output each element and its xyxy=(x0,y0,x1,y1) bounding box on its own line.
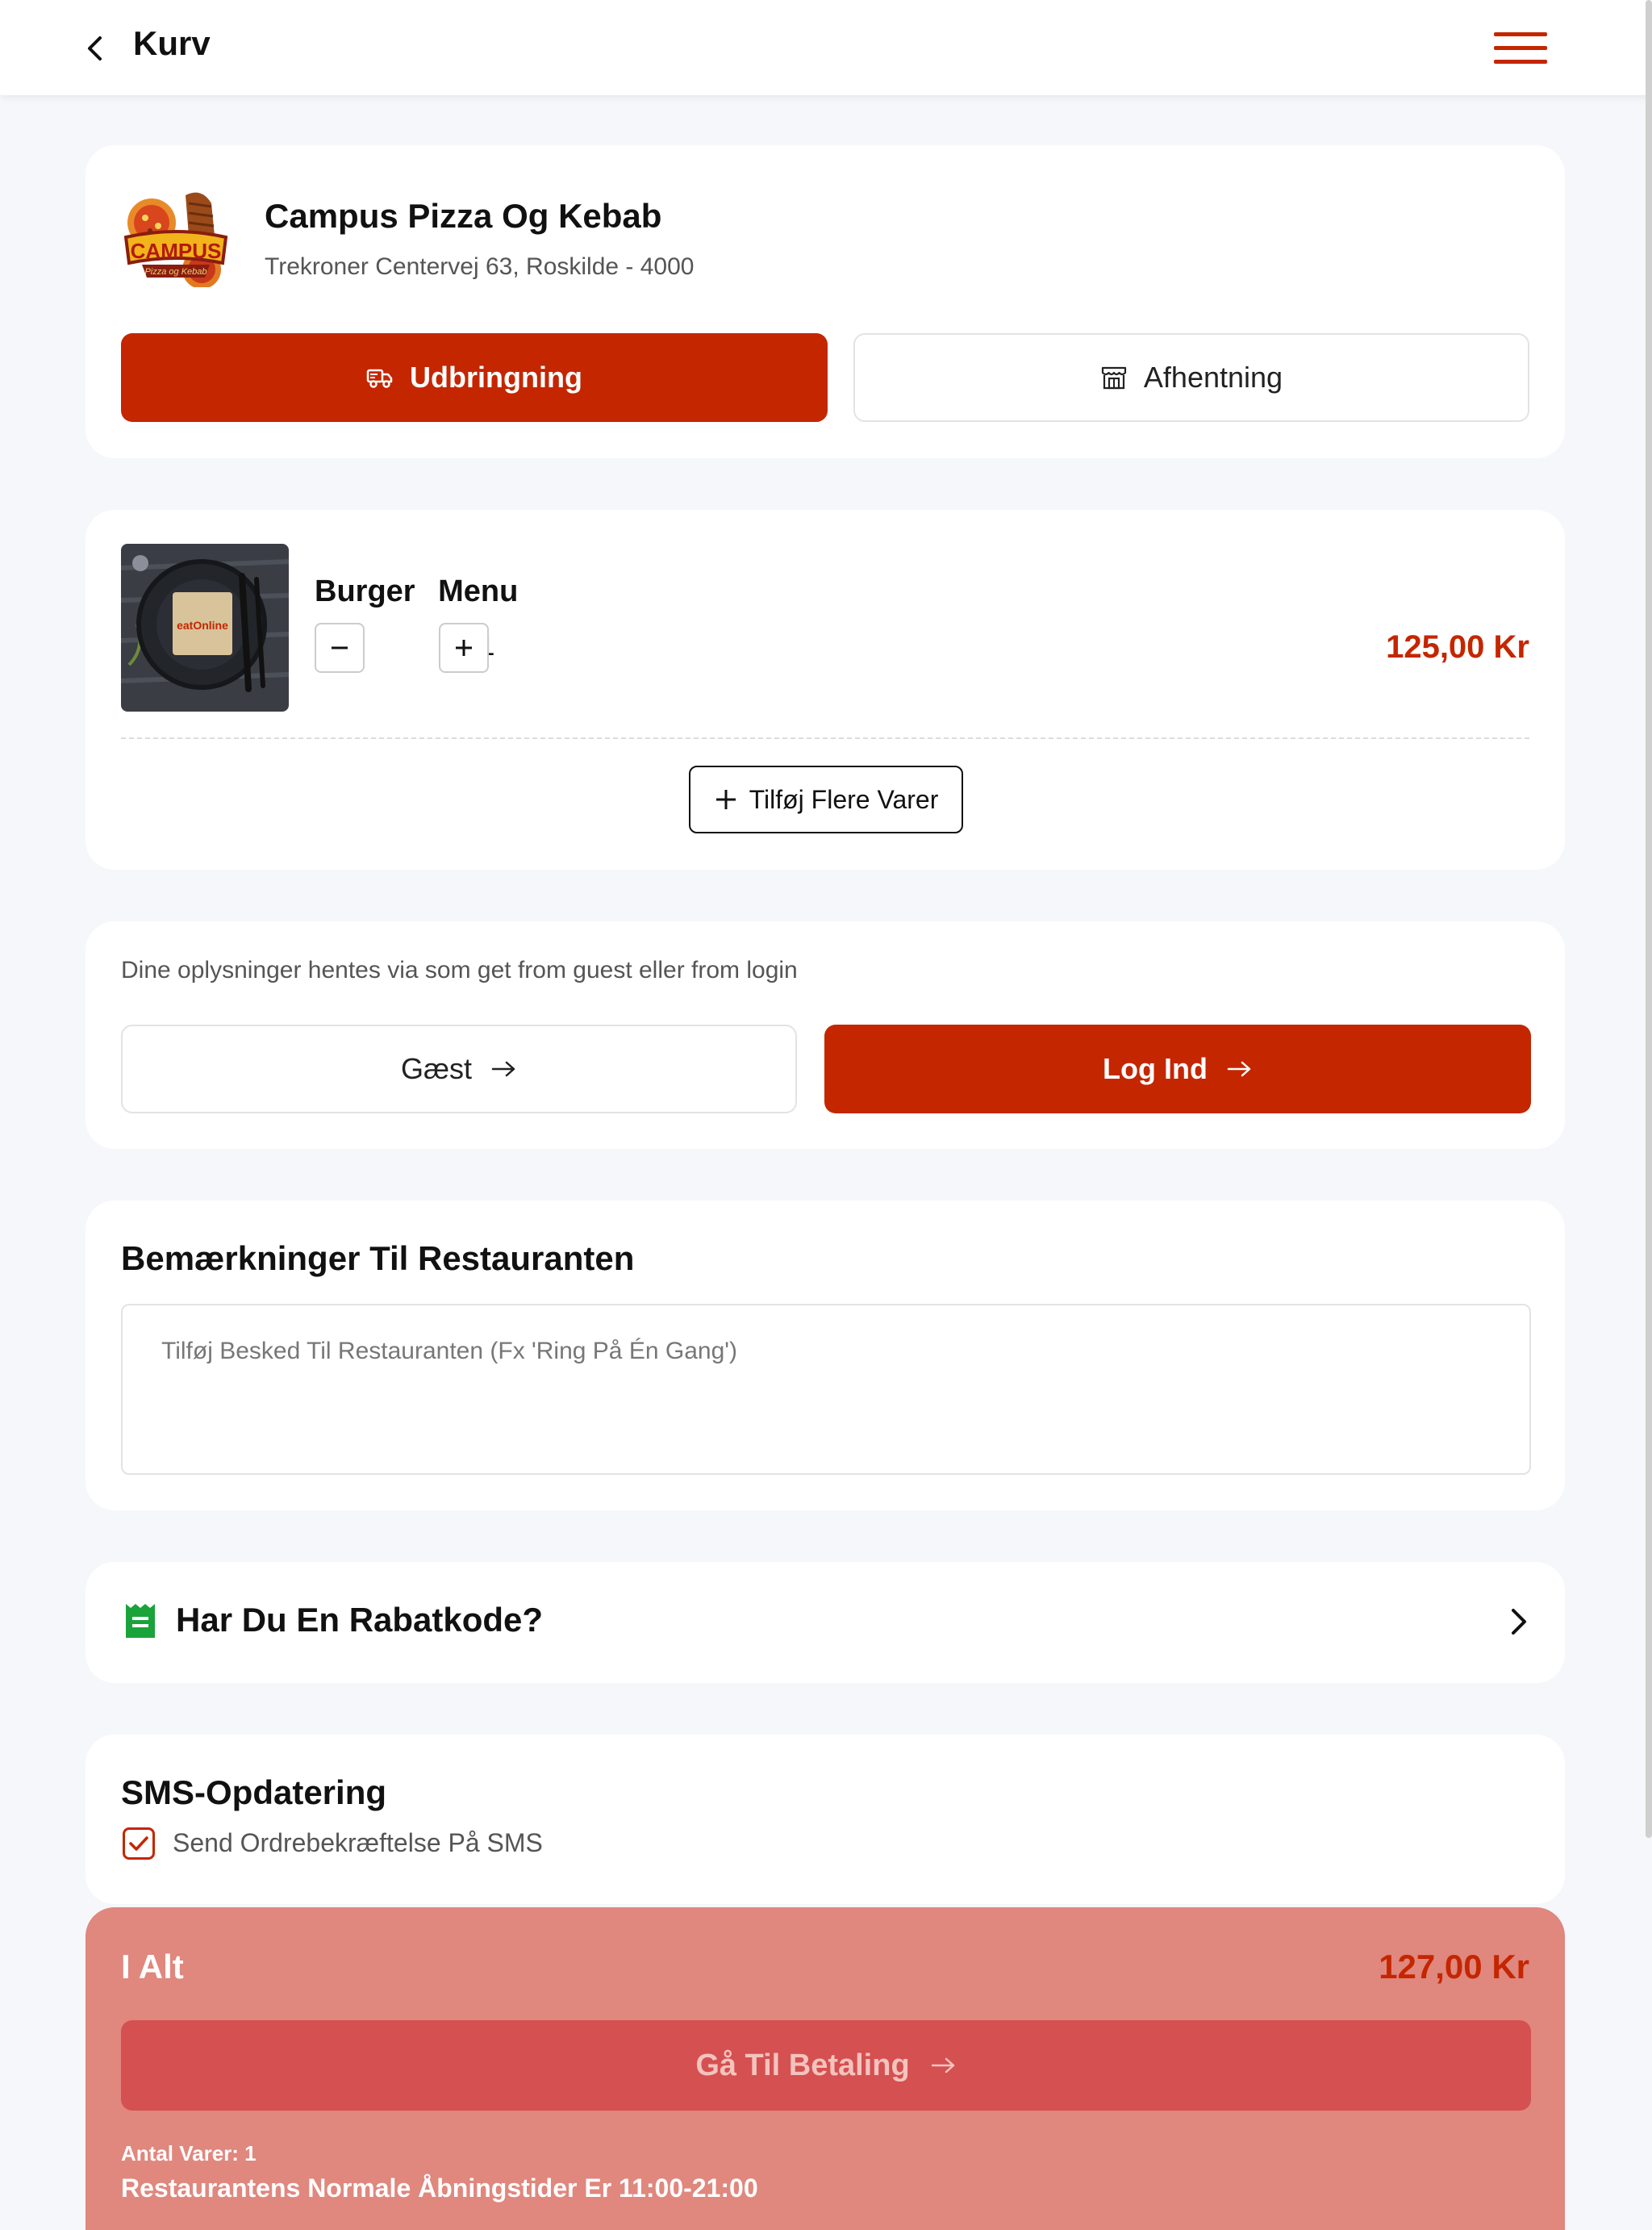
restaurant-name: Campus Pizza Og Kebab xyxy=(265,197,662,235)
coupon-card[interactable]: Har Du En Rabatkode? xyxy=(86,1562,1565,1683)
delivery-truck-icon xyxy=(366,369,393,388)
chevron-right-icon[interactable] xyxy=(1504,1606,1533,1638)
svg-text:CAMPUS: CAMPUS xyxy=(131,239,222,263)
login-button[interactable]: Log Ind xyxy=(824,1025,1531,1113)
increase-quantity-button[interactable] xyxy=(439,623,489,673)
scrollbar[interactable] xyxy=(1646,0,1652,1838)
svg-text:eatOnline: eatOnline xyxy=(177,619,228,632)
arrow-right-icon xyxy=(491,1061,515,1077)
sms-card: SMS-Opdatering Send Ordrebekræftelse På … xyxy=(86,1735,1565,1904)
restaurant-address: Trekroner Centervej 63, Roskilde - 4000 xyxy=(265,253,695,280)
payment-label: Gå Til Betaling xyxy=(695,2048,910,2082)
arrow-right-icon xyxy=(931,2057,954,2073)
coupon-ticket-icon xyxy=(126,1604,155,1638)
pickup-label: Afhentning xyxy=(1143,361,1283,394)
svg-text:Pizza og Kebab: Pizza og Kebab xyxy=(144,267,206,277)
add-more-items-button[interactable]: Tilføj Flere Varer xyxy=(689,766,963,833)
sms-title: SMS-Opdatering xyxy=(121,1773,387,1811)
top-bar: Kurv xyxy=(0,0,1652,95)
sms-checkbox-label[interactable]: Send Ordrebekræftelse På SMS xyxy=(173,1828,543,1858)
delivery-button[interactable]: Udbringning xyxy=(121,333,828,422)
store-icon xyxy=(1101,366,1127,390)
account-info-text: Dine oplysninger hentes via som get from… xyxy=(121,957,798,983)
coupon-label: Har Du En Rabatkode? xyxy=(176,1601,544,1639)
pickup-button[interactable]: Afhentning xyxy=(853,333,1529,422)
chevron-left-icon[interactable] xyxy=(81,34,110,63)
opening-hours: Restaurantens Normale Åbningstider Er 11… xyxy=(121,2174,758,2203)
guest-label: Gæst xyxy=(400,1052,472,1085)
guest-button[interactable]: Gæst xyxy=(121,1025,797,1113)
restaurant-logo: CAMPUS Pizza og Kebab xyxy=(123,192,228,287)
notes-title: Bemærkninger Til Restauranten xyxy=(121,1239,635,1277)
cart-card: eatOnline Burger Menu 1 125,00 Kr Tilføj… xyxy=(86,510,1565,870)
go-to-payment-button[interactable]: Gå Til Betaling xyxy=(121,2020,1531,2111)
checkmark-icon xyxy=(129,1836,148,1851)
divider xyxy=(121,737,1529,739)
arrow-right-icon xyxy=(1227,1061,1251,1077)
minus-icon xyxy=(332,646,348,649)
total-value: 127,00 Kr xyxy=(1379,1948,1529,1986)
item-name: Burger Menu xyxy=(315,574,519,608)
login-label: Log Ind xyxy=(1103,1052,1208,1085)
total-label: I Alt xyxy=(121,1948,184,1986)
page-title: Kurv xyxy=(133,24,211,62)
item-image: eatOnline xyxy=(121,544,289,712)
notes-card: Bemærkninger Til Restauranten xyxy=(86,1201,1565,1510)
order-summary-panel: I Alt 127,00 Kr Gå Til Betaling Antal Va… xyxy=(86,1907,1565,2230)
decrease-quantity-button[interactable] xyxy=(315,623,365,673)
item-count: Antal Varer: 1 xyxy=(121,2141,257,2165)
plus-icon xyxy=(456,640,472,656)
hamburger-menu-icon[interactable] xyxy=(1494,31,1547,66)
plus-icon xyxy=(715,790,736,809)
notes-textarea[interactable] xyxy=(121,1304,1531,1475)
add-more-label: Tilføj Flere Varer xyxy=(749,784,939,814)
delivery-label: Udbringning xyxy=(410,361,582,394)
account-card: Dine oplysninger hentes via som get from… xyxy=(86,921,1565,1149)
item-price: 125,00 Kr xyxy=(1386,629,1529,665)
sms-checkbox[interactable] xyxy=(123,1827,155,1860)
restaurant-card: CAMPUS Pizza og Kebab Campus Pizza Og Ke… xyxy=(86,145,1565,458)
